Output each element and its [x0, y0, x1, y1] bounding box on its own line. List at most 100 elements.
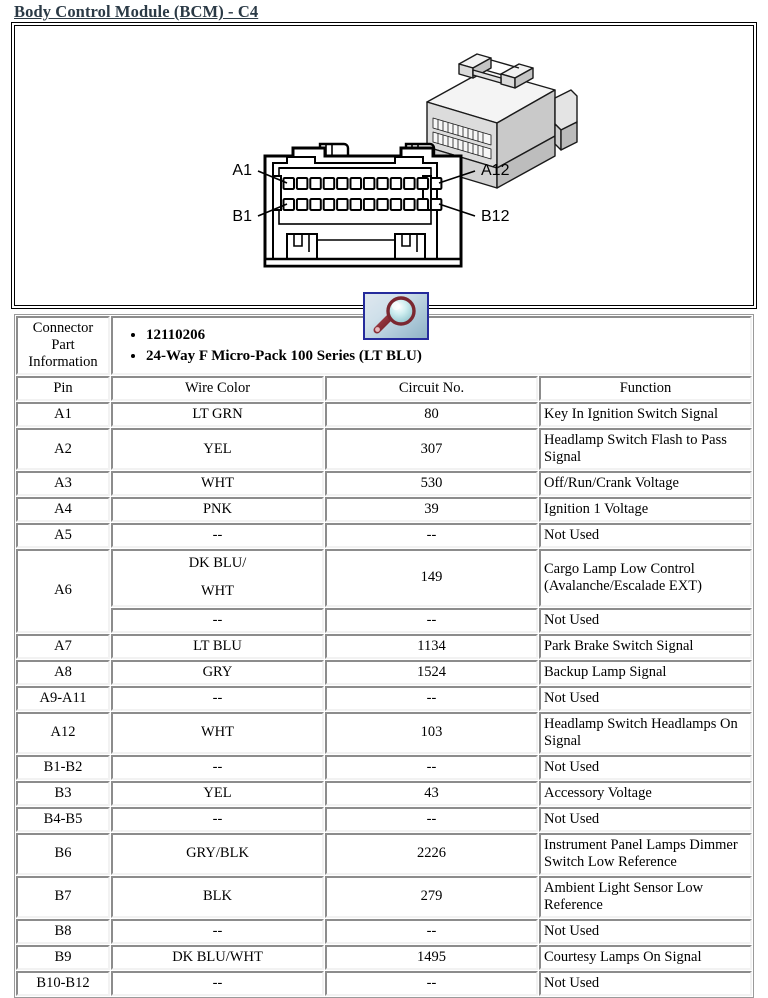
table-row: A4 PNK 39 Ignition 1 Voltage — [16, 497, 752, 522]
cell-wire-color: -- — [111, 806, 324, 832]
cell-circuit-no: 307 — [325, 428, 538, 470]
cell-function: Headlamp Switch Flash to Pass Signal — [539, 428, 752, 470]
table-row: A8 GRY 1524 Backup Lamp Signal — [16, 659, 752, 685]
cell-function: Instrument Panel Lamps Dimmer Switch Low… — [539, 832, 752, 875]
cell-circuit-no: 39 — [325, 497, 538, 522]
magnifier-icon — [373, 296, 416, 334]
table-row: A9-A11 -- -- Not Used — [16, 685, 752, 711]
cell-wire-color: DK BLU/WHT — [111, 944, 324, 970]
cell-function: Not Used — [539, 523, 752, 548]
table-row: A7 LT BLU 1134 Park Brake Switch Signal — [16, 633, 752, 659]
cell-function: Ambient Light Sensor Low Reference — [539, 875, 752, 918]
cell-pin: A2 — [16, 428, 110, 470]
cell-circuit-no: 1495 — [325, 944, 538, 970]
page-title: Body Control Module (BCM) - C4 — [14, 2, 259, 21]
cell-function: Not Used — [539, 970, 752, 996]
column-header-pin: Pin — [16, 376, 110, 401]
wire-color-line-2: WHT — [200, 582, 234, 599]
table-row: A1 LT GRN 80 Key In Ignition Switch Signal — [16, 402, 752, 427]
table-row: A3 WHT 530 Off/Run/Crank Voltage — [16, 471, 752, 496]
cell-wire-color: PNK — [111, 497, 324, 522]
cell-wire-color: -- — [111, 754, 324, 780]
cell-wire-color: -- — [111, 607, 324, 633]
cell-circuit-no: -- — [325, 685, 538, 711]
connector-diagram-frame: A1 B1 A12 B12 — [11, 22, 757, 340]
table-row: B10-B12 -- -- Not Used — [16, 970, 752, 996]
cell-function: Off/Run/Crank Voltage — [539, 471, 752, 496]
table-row: -- -- Not Used — [16, 607, 752, 633]
cell-wire-color: DK BLU/WHT — [111, 549, 324, 607]
cell-circuit-no: -- — [325, 970, 538, 996]
diagram-stage: A1 B1 A12 B12 — [15, 26, 753, 340]
table-row: A2 YEL 307 Headlamp Switch Flash to Pass Si… — [16, 428, 752, 470]
cell-pin: A9-A11 — [16, 685, 110, 711]
connector-illustration: A1 B1 A12 B12 — [232, 53, 578, 268]
cell-function: Not Used — [539, 685, 752, 711]
cell-circuit-no: 530 — [325, 471, 538, 496]
pin-label-a12: A12 — [481, 162, 510, 179]
cell-wire-color: -- — [111, 523, 324, 548]
table-header-row: Pin Wire Color Circuit No. Function — [16, 376, 752, 401]
table-row: B4-B5 -- -- Not Used — [16, 806, 752, 832]
connector-part-information-values: 1211020624-Way F Micro-Pack 100 Series (… — [111, 316, 752, 375]
cell-function: Cargo Lamp Low Control (Avalanche/Escala… — [539, 549, 752, 607]
cell-circuit-no: 279 — [325, 875, 538, 918]
cell-pin: A5 — [16, 523, 110, 548]
table-row: B8 -- -- Not Used — [16, 918, 752, 944]
cell-function: Backup Lamp Signal — [539, 659, 752, 685]
pin-label-b12: B12 — [481, 208, 510, 225]
cell-wire-color: WHT — [111, 711, 324, 754]
table-row: A12 WHT 103 Headlamp Switch Headlamps On Si… — [16, 711, 752, 754]
connector-pinout-table: Connector Part Information 1211020624-Wa… — [14, 314, 754, 998]
table-row: B1-B2 -- -- Not Used — [16, 754, 752, 780]
cell-function: Not Used — [539, 806, 752, 832]
cell-circuit-no: 149 — [325, 549, 538, 607]
cell-function: Not Used — [539, 918, 752, 944]
cell-pin: A7 — [16, 633, 110, 659]
cell-pin: B1-B2 — [16, 754, 110, 780]
cell-wire-color: GRY/BLK — [111, 832, 324, 875]
cell-circuit-no: -- — [325, 754, 538, 780]
cell-circuit-no: -- — [325, 523, 538, 548]
cell-circuit-no: 80 — [325, 402, 538, 427]
cell-pin: B8 — [16, 918, 110, 944]
table-row: A6 DK BLU/WHT 149 Cargo Lamp Low Control (A… — [16, 549, 752, 633]
cell-pin: B3 — [16, 780, 110, 806]
cell-pin: A3 — [16, 471, 110, 496]
cell-circuit-no: 103 — [325, 711, 538, 754]
table-row: B3 YEL 43 Accessory Voltage — [16, 780, 752, 806]
cell-function: Ignition 1 Voltage — [539, 497, 752, 522]
cell-pin: A8 — [16, 659, 110, 685]
cell-function: Not Used — [539, 754, 752, 780]
connector-front-view — [257, 142, 476, 268]
cell-function: Courtesy Lamps On Signal — [539, 944, 752, 970]
pin-label-a1: A1 — [232, 162, 252, 179]
cell-pin: B10-B12 — [16, 970, 110, 996]
cell-wire-color: YEL — [111, 428, 324, 470]
cell-pin: A1 — [16, 402, 110, 427]
cell-circuit-no: 1524 — [325, 659, 538, 685]
column-header-function: Function — [539, 376, 752, 401]
cell-wire-color: LT BLU — [111, 633, 324, 659]
wire-color-line-1: DK BLU/ — [188, 555, 247, 571]
cell-pin: A4 — [16, 497, 110, 522]
connector-part-information-item: 24-Way F Micro-Pack 100 Series (LT BLU) — [146, 346, 747, 367]
cell-function: Not Used — [539, 607, 752, 633]
table-row: B9 DK BLU/WHT 1495 Courtesy Lamps On Signal — [16, 944, 752, 970]
cell-circuit-no: -- — [325, 806, 538, 832]
connector-part-information-item: 12110206 — [146, 325, 747, 346]
connector-part-information-list: 1211020624-Way F Micro-Pack 100 Series (… — [116, 323, 747, 368]
cell-function: Accessory Voltage — [539, 780, 752, 806]
table-row: B6 GRY/BLK 2226 Instrument Panel Lamps Dimm… — [16, 832, 752, 875]
cell-circuit-no: -- — [325, 607, 538, 633]
cell-wire-color: BLK — [111, 875, 324, 918]
cell-circuit-no: 2226 — [325, 832, 538, 875]
cell-wire-color: -- — [111, 685, 324, 711]
column-header-circuit-no: Circuit No. — [325, 376, 538, 401]
cell-circuit-no: -- — [325, 918, 538, 944]
cell-pin: B9 — [16, 944, 110, 970]
magnifier-icon-button[interactable] — [363, 292, 429, 340]
cell-wire-color: LT GRN — [111, 402, 324, 427]
pin-label-b1: B1 — [232, 208, 252, 225]
cell-pin: A6 — [16, 549, 110, 633]
